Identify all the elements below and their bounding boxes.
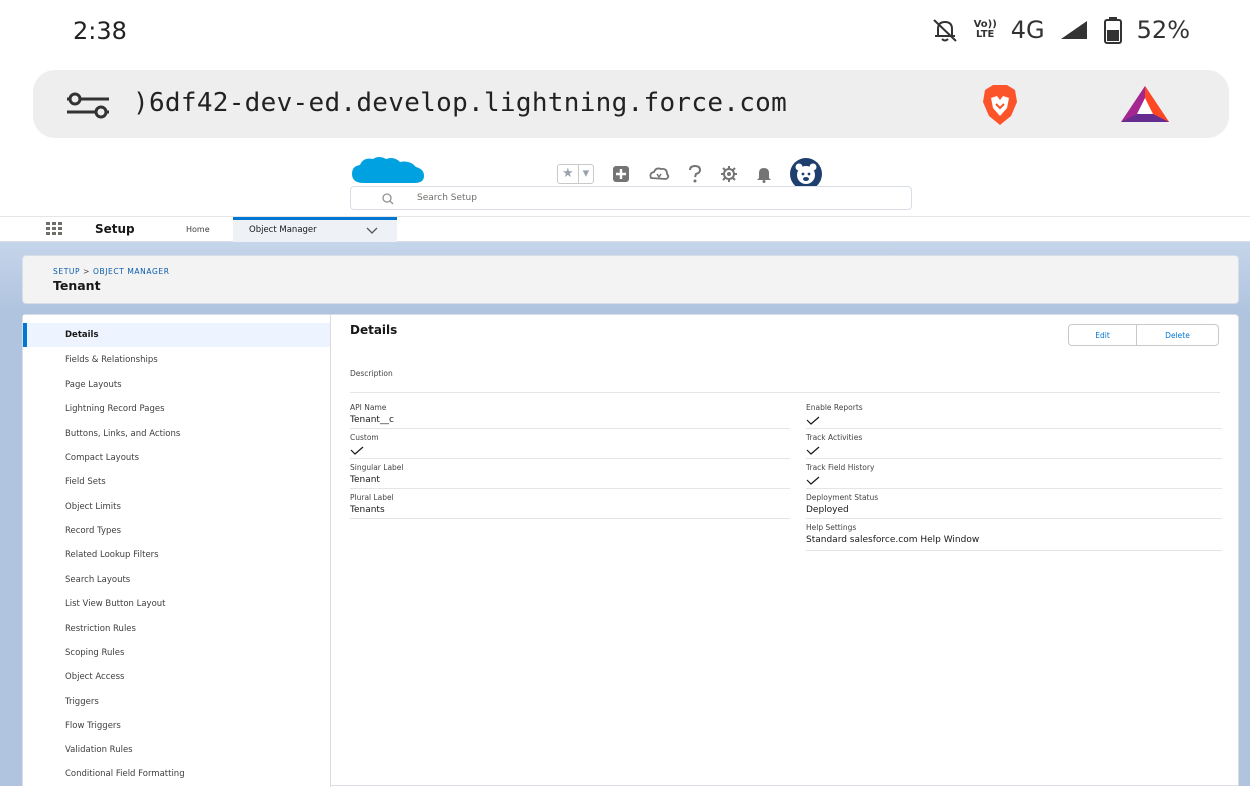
breadcrumb-setup-link[interactable]: SETUP xyxy=(53,267,80,276)
field-label: Track Activities xyxy=(806,433,863,442)
checkmark-icon xyxy=(806,416,820,425)
sidebar-item-restriction-rules[interactable]: Restriction Rules xyxy=(23,617,330,641)
details-panel: Details Edit Delete Description API Name… xyxy=(332,315,1238,787)
signal-icon xyxy=(1059,19,1089,41)
volte-indicator: Vo)) LTE xyxy=(973,19,997,40)
network-type: 4G xyxy=(1010,16,1045,44)
field-track-field-history: Track Field History xyxy=(806,463,1222,489)
field-singular-label: Singular Label Tenant xyxy=(350,463,790,489)
field-value: Tenant__c xyxy=(350,415,394,425)
sidebar-item-flow-triggers[interactable]: Flow Triggers xyxy=(23,714,330,738)
page-title: Tenant xyxy=(53,278,101,293)
edit-button[interactable]: Edit xyxy=(1068,324,1137,346)
brave-rewards-icon[interactable] xyxy=(1119,84,1171,128)
sidebar-item-compact-layouts[interactable]: Compact Layouts xyxy=(23,446,330,470)
sidebar-item-object-access[interactable]: Object Access xyxy=(23,665,330,689)
sidebar-item-page-layouts[interactable]: Page Layouts xyxy=(23,373,330,397)
field-label: API Name xyxy=(350,403,387,412)
app-nav-bar: Setup Home Object Manager xyxy=(0,216,1250,242)
chevron-down-icon[interactable] xyxy=(365,225,379,235)
favorite-star-icon[interactable]: ★ xyxy=(558,165,578,183)
site-settings-icon[interactable] xyxy=(63,90,113,124)
app-name: Setup xyxy=(95,222,135,236)
setup-gear-icon[interactable] xyxy=(720,165,738,183)
sidebar-item-object-limits[interactable]: Object Limits xyxy=(23,495,330,519)
checkmark-icon xyxy=(806,476,820,485)
battery-icon xyxy=(1103,16,1123,44)
field-help-settings: Help Settings Standard salesforce.com He… xyxy=(806,523,1222,551)
salesforce-logo[interactable] xyxy=(350,155,426,189)
brave-shields-icon[interactable] xyxy=(977,82,1023,132)
browser-url-bar[interactable]: )6df42-dev-ed.develop.lightning.force.co… xyxy=(33,70,1229,138)
field-label: Enable Reports xyxy=(806,403,863,412)
field-enable-reports: Enable Reports xyxy=(806,403,1222,429)
field-api-name: API Name Tenant__c xyxy=(350,403,790,429)
global-actions-icon[interactable] xyxy=(612,165,630,183)
field-custom: Custom xyxy=(350,433,790,459)
checkmark-icon xyxy=(350,446,364,455)
search-icon xyxy=(381,191,395,210)
details-title: Details xyxy=(350,323,398,337)
help-icon[interactable] xyxy=(688,165,702,183)
breadcrumb-separator: > xyxy=(80,267,93,276)
field-label: Plural Label xyxy=(350,493,394,502)
breadcrumb-object-manager-link[interactable]: OBJECT MANAGER xyxy=(93,267,170,276)
sidebar-item-buttons-links-actions[interactable]: Buttons, Links, and Actions xyxy=(23,422,330,446)
field-value: Tenants xyxy=(350,505,385,515)
sidebar-item-triggers[interactable]: Triggers xyxy=(23,690,330,714)
sidebar-item-record-types[interactable]: Record Types xyxy=(23,519,330,543)
app-launcher-icon[interactable] xyxy=(46,222,62,235)
battery-percent: 52% xyxy=(1136,16,1190,44)
sidebar-item-related-lookup-filters[interactable]: Related Lookup Filters xyxy=(23,543,330,567)
tab-object-manager-label: Object Manager xyxy=(249,225,317,235)
favorites-group: ★ ▾ xyxy=(557,164,595,184)
sidebar-item-fields-relationships[interactable]: Fields & Relationships xyxy=(23,348,330,372)
url-text[interactable]: )6df42-dev-ed.develop.lightning.force.co… xyxy=(133,88,787,118)
field-plural-label: Plural Label Tenants xyxy=(350,493,790,519)
field-description: Description xyxy=(350,369,1220,393)
object-sidebar: Details Fields & Relationships Page Layo… xyxy=(23,315,331,787)
sidebar-item-list-view-button-layout[interactable]: List View Button Layout xyxy=(23,592,330,616)
page-header: SETUP > OBJECT MANAGER Tenant xyxy=(22,255,1239,304)
status-icons: Vo)) LTE 4G 52% xyxy=(930,16,1190,44)
breadcrumb: SETUP > OBJECT MANAGER xyxy=(53,267,170,276)
search-input[interactable] xyxy=(417,190,897,206)
field-label: Track Field History xyxy=(806,463,875,472)
field-value: Deployed xyxy=(806,505,849,515)
field-value: Standard salesforce.com Help Window xyxy=(806,535,980,545)
notifications-off-icon xyxy=(930,17,960,43)
sidebar-item-details[interactable]: Details xyxy=(23,323,330,347)
details-actions: Edit Delete xyxy=(1068,324,1219,346)
favorites-list-chevron-icon[interactable]: ▾ xyxy=(579,165,594,183)
sidebar-item-validation-rules[interactable]: Validation Rules xyxy=(23,738,330,762)
sidebar-item-scoping-rules[interactable]: Scoping Rules xyxy=(23,641,330,665)
sidebar-item-lightning-record-pages[interactable]: Lightning Record Pages xyxy=(23,397,330,421)
field-label: Deployment Status xyxy=(806,493,879,502)
field-label: Singular Label xyxy=(350,463,404,472)
field-label: Custom xyxy=(350,433,379,442)
tab-object-manager[interactable]: Object Manager xyxy=(233,217,397,242)
sidebar-item-field-sets[interactable]: Field Sets xyxy=(23,470,330,494)
delete-button[interactable]: Delete xyxy=(1137,324,1219,346)
sidebar-item-conditional-field-formatting[interactable]: Conditional Field Formatting xyxy=(23,762,330,786)
notifications-bell-icon[interactable] xyxy=(756,165,772,183)
sidebar-item-search-layouts[interactable]: Search Layouts xyxy=(23,568,330,592)
checkmark-icon xyxy=(806,446,820,455)
main-card: Details Fields & Relationships Page Layo… xyxy=(22,314,1239,787)
status-time: 2:38 xyxy=(73,17,127,45)
field-label: Help Settings xyxy=(806,523,857,532)
field-track-activities: Track Activities xyxy=(806,433,1222,459)
trailhead-icon[interactable] xyxy=(648,165,670,183)
tab-home[interactable]: Home xyxy=(172,217,224,242)
setup-search-box[interactable] xyxy=(350,186,912,210)
field-value: Tenant xyxy=(350,475,380,485)
field-deployment-status: Deployment Status Deployed xyxy=(806,493,1222,519)
field-label: Description xyxy=(350,369,393,378)
status-bar: 2:38 Vo)) LTE 4G 52% xyxy=(0,0,1250,64)
